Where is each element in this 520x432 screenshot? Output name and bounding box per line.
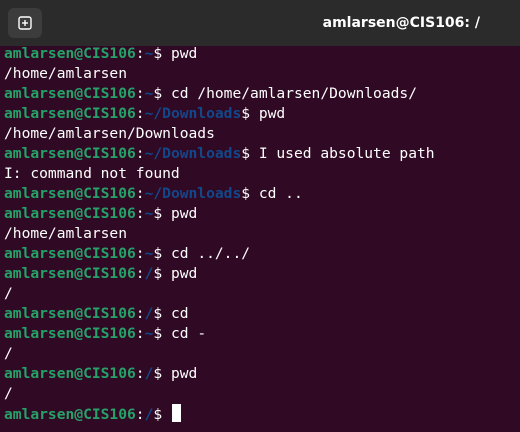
command-text: pwd [170, 365, 198, 382]
prompt-path: ~/Downloads [144, 105, 242, 122]
prompt-line: amlarsen@CIS106:~/Downloads$ I used abso… [4, 144, 520, 164]
command-text: cd /home/amlarsen/Downloads/ [170, 85, 417, 102]
prompt-separator: : [135, 325, 145, 342]
output-line: / [4, 384, 520, 404]
prompt-user: amlarsen@CIS106 [4, 205, 136, 222]
terminal-window: amlarsen@CIS106: / amlarsen@CIS106:~$ pw… [0, 0, 520, 432]
prompt-line: amlarsen@CIS106:~$ cd ../../ [4, 244, 520, 264]
prompt-symbol: $ [153, 305, 171, 322]
command-text: I used absolute path [258, 145, 435, 162]
new-tab-icon [18, 16, 32, 30]
text-cursor [171, 404, 181, 422]
command-text: cd [170, 305, 189, 322]
command-text: cd - [170, 325, 207, 342]
prompt-symbol: $ [153, 265, 171, 282]
prompt-user: amlarsen@CIS106 [4, 105, 136, 122]
prompt-symbol: $ [153, 245, 171, 262]
prompt-user: amlarsen@CIS106 [4, 406, 136, 423]
prompt-line: amlarsen@CIS106:/$ [4, 404, 520, 424]
prompt-separator: : [135, 105, 145, 122]
prompt-user: amlarsen@CIS106 [4, 305, 136, 322]
output-text: /home/amlarsen/Downloads [4, 125, 215, 142]
prompt-user: amlarsen@CIS106 [4, 45, 136, 62]
prompt-separator: : [135, 245, 145, 262]
window-title: amlarsen@CIS106: / [322, 15, 480, 31]
prompt-user: amlarsen@CIS106 [4, 185, 136, 202]
prompt-symbol: $ [153, 406, 171, 423]
title-bar: amlarsen@CIS106: / [0, 0, 520, 46]
prompt-symbol: $ [153, 325, 171, 342]
prompt-separator: : [135, 205, 145, 222]
output-text: / [4, 285, 13, 302]
prompt-line: amlarsen@CIS106:/$ pwd [4, 264, 520, 284]
prompt-separator: : [135, 406, 145, 423]
command-text: pwd [170, 265, 198, 282]
prompt-symbol: $ [241, 145, 259, 162]
output-text: / [4, 385, 13, 402]
new-tab-button[interactable] [8, 8, 42, 38]
prompt-user: amlarsen@CIS106 [4, 245, 136, 262]
prompt-symbol: $ [153, 45, 171, 62]
prompt-symbol: $ [153, 85, 171, 102]
output-line: /home/amlarsen [4, 64, 520, 84]
prompt-line: amlarsen@CIS106:~/Downloads$ pwd [4, 104, 520, 124]
prompt-line: amlarsen@CIS106:/$ pwd [4, 364, 520, 384]
command-text: pwd [258, 105, 286, 122]
command-text: cd .. [258, 185, 303, 202]
prompt-user: amlarsen@CIS106 [4, 265, 136, 282]
output-line: / [4, 284, 520, 304]
output-line: /home/amlarsen [4, 224, 520, 244]
prompt-symbol: $ [153, 365, 171, 382]
prompt-line: amlarsen@CIS106:~$ cd /home/amlarsen/Dow… [4, 84, 520, 104]
prompt-separator: : [135, 305, 145, 322]
prompt-separator: : [135, 45, 145, 62]
output-text: I: command not found [4, 165, 180, 182]
command-text: cd ../../ [170, 245, 251, 262]
prompt-user: amlarsen@CIS106 [4, 85, 136, 102]
prompt-line: amlarsen@CIS106:/$ cd [4, 304, 520, 324]
output-line: I: command not found [4, 164, 520, 184]
output-line: / [4, 344, 520, 364]
prompt-line: amlarsen@CIS106:~$ cd - [4, 324, 520, 344]
output-text: /home/amlarsen [4, 225, 128, 242]
prompt-separator: : [135, 365, 145, 382]
prompt-separator: : [135, 145, 145, 162]
prompt-path: ~/Downloads [144, 145, 242, 162]
prompt-user: amlarsen@CIS106 [4, 325, 136, 342]
prompt-separator: : [135, 185, 145, 202]
output-text: /home/amlarsen [4, 65, 128, 82]
command-text: pwd [170, 45, 198, 62]
output-text: / [4, 345, 13, 362]
prompt-line: amlarsen@CIS106:~$ pwd [4, 44, 520, 64]
prompt-line: amlarsen@CIS106:~/Downloads$ cd .. [4, 184, 520, 204]
output-line: /home/amlarsen/Downloads [4, 124, 520, 144]
prompt-symbol: $ [241, 185, 259, 202]
prompt-user: amlarsen@CIS106 [4, 365, 136, 382]
terminal-output[interactable]: amlarsen@CIS106:~$ pwd/home/amlarsen amla… [0, 44, 520, 432]
prompt-user: amlarsen@CIS106 [4, 145, 136, 162]
prompt-symbol: $ [153, 205, 171, 222]
prompt-line: amlarsen@CIS106:~$ pwd [4, 204, 520, 224]
prompt-symbol: $ [241, 105, 259, 122]
command-text: pwd [170, 205, 198, 222]
prompt-path: ~/Downloads [144, 185, 242, 202]
prompt-separator: : [135, 265, 145, 282]
prompt-separator: : [135, 85, 145, 102]
